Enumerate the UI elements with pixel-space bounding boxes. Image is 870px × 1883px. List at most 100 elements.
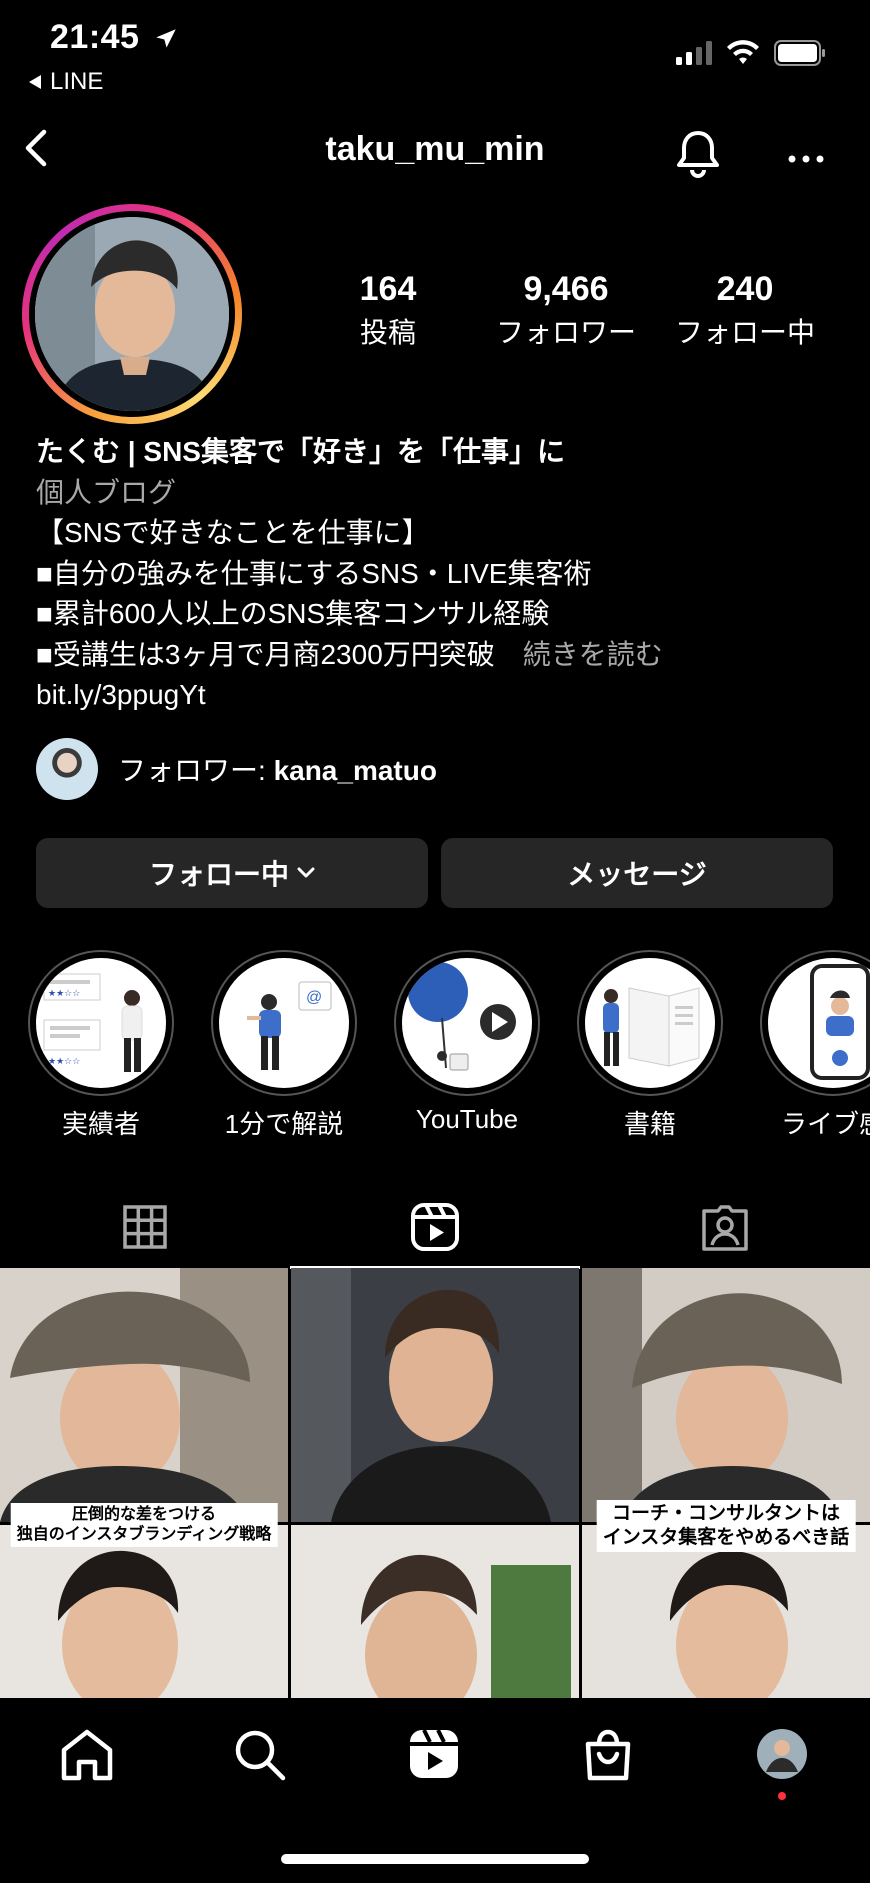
reel-thumbnail[interactable] bbox=[0, 1268, 288, 1522]
stat-followers-label: フォロワー bbox=[495, 317, 636, 348]
following-button-label: フォロー中 bbox=[148, 859, 289, 890]
status-icons bbox=[676, 40, 826, 66]
highlight-item[interactable]: 書籍 bbox=[577, 950, 723, 1141]
bio-category: 個人ブログ bbox=[36, 476, 177, 508]
book-illustration-icon bbox=[603, 987, 700, 1067]
person-thumbnail-icon bbox=[0, 1525, 288, 1705]
followed-by-text: フォロワー: kana_matuo bbox=[118, 749, 437, 789]
more-horizontal-icon bbox=[788, 155, 824, 163]
reel-thumbnail[interactable] bbox=[582, 1268, 870, 1522]
reel-thumbnail[interactable] bbox=[0, 1525, 288, 1705]
highlight-item[interactable]: ライブ感 bbox=[760, 950, 870, 1141]
back-app-label: LINE bbox=[50, 68, 104, 95]
reel-caption-line: コーチ・コンサルタントは bbox=[611, 1503, 840, 1524]
home-icon bbox=[61, 1729, 113, 1781]
reels-filled-icon bbox=[410, 1729, 458, 1778]
message-button-label: メッセージ bbox=[567, 859, 707, 890]
tab-tagged[interactable] bbox=[580, 1188, 870, 1266]
stat-following-value: 240 bbox=[716, 270, 774, 308]
stat-followers[interactable]: 9,466 フォロワー bbox=[490, 270, 642, 351]
reel-caption: 圧倒的な差をつける 独自のインスタブランディング戦略 bbox=[10, 1503, 278, 1547]
highlight-cover bbox=[585, 958, 715, 1088]
avatar-inner-ring bbox=[29, 211, 235, 417]
stat-posts[interactable]: 164 投稿 bbox=[336, 270, 440, 351]
bio-line: 【SNSで好きなことを仕事に】 bbox=[36, 517, 430, 548]
profile-username: taku_mu_min bbox=[325, 130, 545, 168]
highlight-cover: ★★☆☆ ★★☆☆ bbox=[36, 958, 166, 1088]
tab-reels-nav[interactable] bbox=[408, 1728, 460, 1785]
highlight-label: 実績者 bbox=[61, 1109, 140, 1139]
profile-avatar[interactable] bbox=[22, 204, 242, 424]
bio-line-with-more: ■受講生は3ヶ月で月商2300万円突破 続きを読む bbox=[36, 635, 836, 676]
highlight-label: YouTube bbox=[415, 1104, 519, 1134]
email-illustration-icon: @ bbox=[247, 981, 332, 1070]
person-thumbnail-icon bbox=[582, 1268, 870, 1522]
followed-by-user: kana_matuo bbox=[273, 755, 437, 786]
notification-dot bbox=[778, 1792, 786, 1800]
tab-home[interactable] bbox=[60, 1728, 114, 1787]
person-thumbnail-icon bbox=[582, 1525, 870, 1705]
chevron-down-icon bbox=[297, 867, 315, 878]
person-thumbnail-icon bbox=[291, 1268, 579, 1522]
tab-search[interactable] bbox=[233, 1728, 287, 1787]
followed-by-prefix: フォロワー: bbox=[118, 755, 274, 786]
tab-posts-grid[interactable] bbox=[0, 1188, 290, 1266]
highlight-ring: @ bbox=[211, 950, 357, 1096]
followed-by[interactable]: フォロワー: kana_matuo bbox=[36, 738, 437, 800]
tab-reels[interactable] bbox=[290, 1188, 580, 1269]
svg-text:★★☆☆: ★★☆☆ bbox=[48, 988, 80, 998]
profile-bio: たくむ | SNS集客で「好き」を「仕事」に 個人ブログ 【SNSで好きなことを… bbox=[36, 432, 836, 716]
stat-posts-label: 投稿 bbox=[359, 317, 416, 348]
home-indicator[interactable] bbox=[281, 1854, 589, 1864]
notifications-button[interactable] bbox=[673, 128, 723, 185]
search-icon bbox=[235, 1730, 286, 1781]
following-button[interactable]: フォロー中 bbox=[36, 838, 428, 908]
highlight-ring bbox=[577, 950, 723, 1096]
reel-thumbnail[interactable] bbox=[291, 1268, 579, 1522]
stat-following-label: フォロー中 bbox=[674, 317, 815, 348]
message-button[interactable]: メッセージ bbox=[441, 838, 833, 908]
highlight-ring bbox=[394, 950, 540, 1096]
location-arrow-icon bbox=[156, 29, 177, 48]
followed-by-avatar bbox=[36, 738, 98, 800]
bio-line: ■受講生は3ヶ月で月商2300万円突破 bbox=[36, 638, 495, 670]
youtube-illustration-icon bbox=[408, 962, 516, 1071]
reel-caption-line: 圧倒的な差をつける bbox=[71, 1506, 216, 1523]
reel-thumbnail[interactable] bbox=[582, 1525, 870, 1705]
bio-display-name: たくむ | SNS集客で「好き」を「仕事」に bbox=[36, 436, 565, 467]
profile-avatar-icon bbox=[757, 1729, 807, 1779]
reel-caption-line: インスタ集客をやめるべき話 bbox=[602, 1527, 850, 1548]
wifi-icon bbox=[727, 40, 759, 64]
status-time: 21:45 bbox=[50, 18, 179, 57]
highlight-item[interactable]: ★★☆☆ ★★☆☆ 実績者 bbox=[28, 950, 174, 1141]
read-more-link[interactable]: 続きを読む bbox=[523, 639, 663, 670]
signal-icon bbox=[676, 41, 712, 65]
highlight-ring bbox=[760, 950, 870, 1096]
shopping-bag-icon bbox=[585, 1729, 631, 1781]
battery-icon bbox=[774, 40, 825, 66]
tab-profile[interactable] bbox=[756, 1728, 808, 1785]
highlight-item[interactable]: @ 1分で解説 bbox=[211, 950, 357, 1141]
reel-thumbnail[interactable] bbox=[291, 1525, 579, 1705]
bio-link[interactable]: bit.ly/3ppugYt bbox=[36, 675, 836, 716]
stat-following[interactable]: 240 フォロー中 bbox=[668, 270, 822, 351]
highlight-cover bbox=[768, 958, 870, 1088]
avatar-photo bbox=[35, 217, 229, 411]
bell-icon bbox=[677, 131, 719, 178]
back-to-app[interactable]: LINE bbox=[28, 68, 103, 96]
highlight-label: ライブ感 bbox=[780, 1109, 870, 1139]
tagged-person-icon bbox=[702, 1205, 748, 1251]
phone-illustration-icon bbox=[810, 964, 870, 1080]
status-time-text: 21:45 bbox=[50, 18, 140, 56]
reel-caption-line: 独自のインスタブランディング戦略 bbox=[16, 1526, 272, 1543]
tab-shop[interactable] bbox=[582, 1728, 634, 1787]
more-options-button[interactable] bbox=[788, 150, 824, 168]
svg-text:@: @ bbox=[306, 989, 322, 1006]
reels-icon bbox=[411, 1203, 459, 1251]
stat-followers-value: 9,466 bbox=[523, 270, 609, 308]
svg-text:★★☆☆: ★★☆☆ bbox=[48, 1056, 80, 1066]
highlight-cover bbox=[402, 958, 532, 1088]
highlight-cover: @ bbox=[219, 958, 349, 1088]
reel-caption: コーチ・コンサルタントは インスタ集客をやめるべき話 bbox=[596, 1500, 856, 1552]
highlight-item[interactable]: YouTube bbox=[394, 950, 540, 1135]
